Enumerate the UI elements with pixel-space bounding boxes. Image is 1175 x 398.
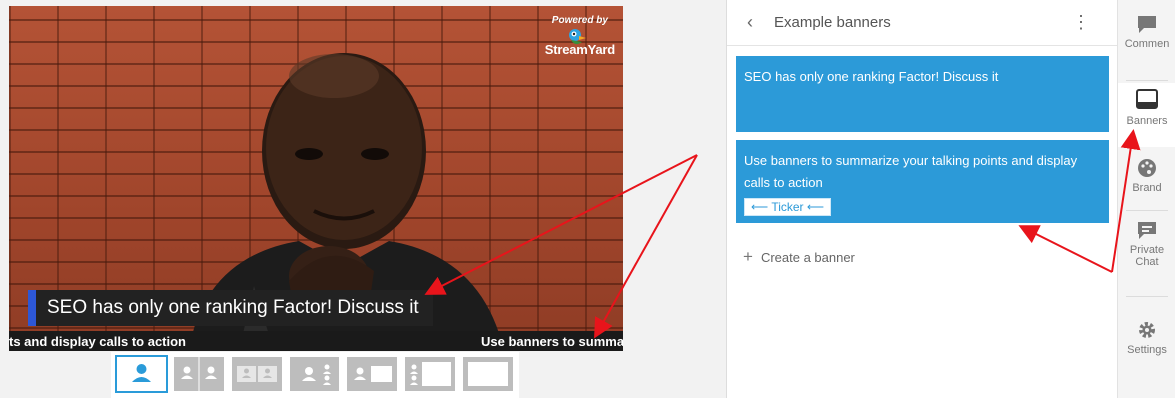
rail-item-label: Brand (1132, 182, 1162, 194)
logo-powered-by: Powered by (551, 15, 608, 26)
rail-item-label: Settings (1127, 344, 1167, 356)
layout-presenter-small-button[interactable] (345, 355, 400, 393)
layout-presenter-large-button[interactable] (403, 355, 458, 393)
banner-card[interactable]: SEO has only one ranking Factor! Discuss… (736, 56, 1109, 132)
banner-card-text: SEO has only one ranking Factor! Discuss… (744, 69, 999, 84)
rail-item-label: Private (1129, 244, 1165, 256)
chevron-left-icon[interactable]: ‹ (747, 12, 753, 33)
ticker-overlay: ts and display calls to action Use banne… (9, 331, 623, 351)
small-grid-icon (236, 366, 277, 382)
ticker-badge: ⟵ Ticker ⟵ (744, 198, 832, 216)
layout-solo-button[interactable] (115, 355, 168, 393)
banner-card-text: Use banners to summarize your talking po… (744, 153, 1078, 190)
create-banner-button[interactable]: + Create a banner (743, 247, 855, 267)
single-person-icon (132, 364, 151, 382)
panel-header: ‹ Example banners ⋮ (727, 0, 1117, 46)
layout-selector (111, 352, 519, 398)
rail-item-brand[interactable]: Brand (1118, 158, 1175, 202)
layout-group-button[interactable] (287, 355, 342, 393)
plus-icon: + (743, 247, 753, 266)
banner-icon (1136, 89, 1158, 109)
ticker-text-left: ts and display calls to action (9, 334, 186, 349)
banner-card[interactable]: Use banners to summarize your talking po… (736, 140, 1109, 223)
rail-item-banners[interactable]: Banners (1118, 83, 1175, 147)
app-window: Powered by StreamYard SEO has only one r… (0, 0, 1175, 398)
ticker-text-right: Use banners to summar (481, 334, 623, 349)
rail-item-label: Banners (1126, 115, 1168, 127)
duck-logo-icon (568, 29, 586, 45)
rail-item-private-chat[interactable]: Private Chat (1118, 220, 1175, 284)
banners-panel: ‹ Example banners ⋮ SEO has only one ran… (726, 0, 1117, 398)
rail-item-label: Chat (1135, 256, 1159, 268)
comment-icon (1138, 16, 1156, 33)
two-person-icon (180, 357, 217, 391)
rail-item-label: Commen (1124, 38, 1170, 50)
banner-overlay: SEO has only one ranking Factor! Discuss… (28, 290, 433, 326)
private-chat-icon (1138, 222, 1156, 239)
presenter-small-icon (354, 366, 393, 382)
fullscreen-icon (468, 362, 509, 386)
streamyard-logo: Powered by StreamYard (545, 15, 615, 57)
palette-icon (1138, 159, 1156, 177)
layout-fullscreen-button[interactable] (461, 355, 516, 393)
panel-title: Example banners (774, 14, 891, 31)
create-banner-label: Create a banner (760, 250, 855, 265)
layout-grid-button[interactable] (229, 355, 284, 393)
banner-overlay-text: SEO has only one ranking Factor! Discuss… (47, 297, 419, 318)
video-stage: Powered by StreamYard SEO has only one r… (9, 6, 623, 351)
layout-split-button[interactable] (171, 355, 226, 393)
banner-accent-bar (28, 290, 36, 326)
rail-item-settings[interactable]: Settings (1118, 320, 1175, 364)
presenter-large-icon (410, 362, 452, 386)
kebab-menu-icon[interactable]: ⋮ (1072, 12, 1090, 33)
gear-icon (1139, 322, 1155, 338)
group-icon (301, 364, 331, 385)
rail-item-comments[interactable]: Commen (1118, 14, 1175, 76)
sidebar-rail: Commen Banners Brand Private Chat Settin… (1117, 0, 1175, 398)
